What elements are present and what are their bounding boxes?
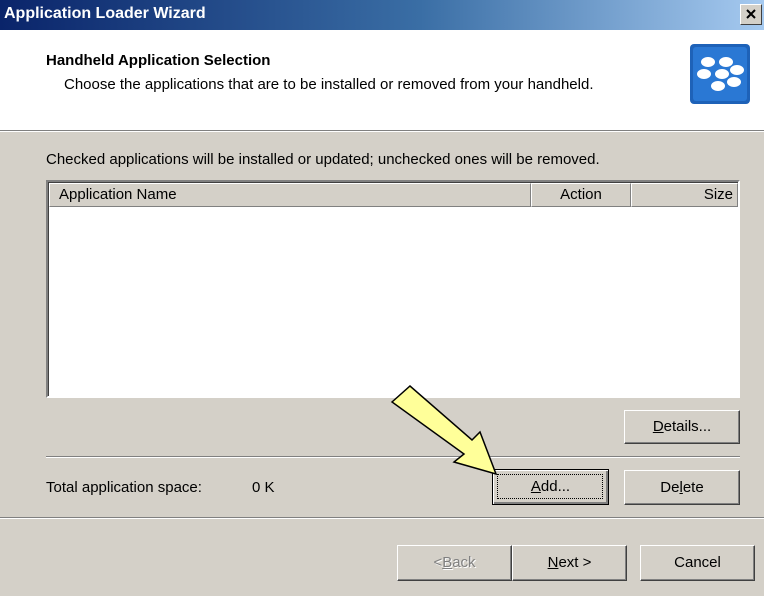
- back-button[interactable]: < Back: [397, 545, 512, 581]
- cancel-button[interactable]: Cancel: [640, 545, 755, 581]
- total-space-label: Total application space:: [46, 479, 202, 496]
- page-subtitle: Choose the applications that are to be i…: [64, 76, 594, 93]
- details-button[interactable]: Details...: [624, 410, 740, 444]
- close-icon: [746, 9, 756, 19]
- column-header-application-name[interactable]: Application Name: [49, 183, 531, 207]
- window-title: Application Loader Wizard: [4, 5, 206, 22]
- wizard-window: Application Loader Wizard Handheld Appli…: [0, 0, 764, 596]
- add-button[interactable]: Add...: [492, 469, 609, 505]
- next-button[interactable]: Next >: [512, 545, 627, 581]
- header-divider: [0, 130, 764, 132]
- focus-rect: [497, 474, 603, 499]
- list-header: Application Name Action Size: [49, 183, 738, 207]
- page-title: Handheld Application Selection: [46, 52, 271, 69]
- column-header-action[interactable]: Action: [531, 183, 631, 207]
- wizard-header: Handheld Application Selection Choose th…: [0, 30, 764, 130]
- annotation-arrow-icon: [390, 385, 498, 476]
- delete-button[interactable]: Delete: [624, 470, 740, 505]
- close-button[interactable]: [740, 4, 762, 25]
- instructions-text: Checked applications will be installed o…: [46, 151, 600, 168]
- total-space-value: 0 K: [252, 479, 275, 496]
- footer-divider: [0, 517, 764, 519]
- column-header-size[interactable]: Size: [631, 183, 738, 207]
- title-bar[interactable]: Application Loader Wizard: [0, 0, 764, 30]
- application-list[interactable]: Application Name Action Size: [46, 180, 740, 398]
- blackberry-logo-icon: [690, 44, 750, 104]
